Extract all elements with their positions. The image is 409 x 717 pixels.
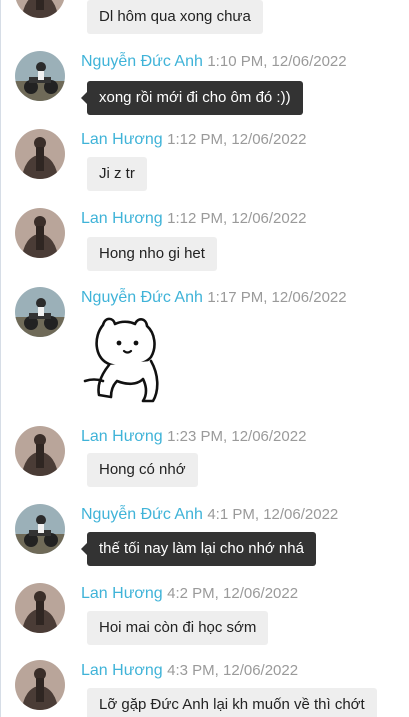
avatar[interactable] [15,660,65,710]
message-header: Lan Hương 4:3 PM, 12/06/2022 [81,662,298,680]
message-header: Lan Hương 4:2 PM, 12/06/2022 [81,585,298,603]
cat-sticker-icon[interactable] [81,315,167,407]
message-bubble: Hong nho gi het [87,237,217,271]
sender-name[interactable]: Lan Hương [81,131,163,148]
message-header: Lan Hương 1:12 PM, 12/06/2022 [81,131,306,149]
sender-name[interactable]: Nguyễn Đức Anh [81,53,203,70]
sender-name[interactable]: Lan Hương [81,585,163,602]
message-bubble: Hong có nhớ [87,453,198,487]
message-timestamp: 4:2 PM, 12/06/2022 [167,585,299,602]
message-bubble: thế tối nay làm lại cho nhớ nhá [81,532,316,566]
message-header: Nguyễn Đức Anh 1:10 PM, 12/06/2022 [81,53,347,71]
message-timestamp: 1:10 PM, 12/06/2022 [207,53,347,70]
message-timestamp: 4:1 PM, 12/06/2022 [207,506,339,523]
message-timestamp: 1:23 PM, 12/06/2022 [167,428,307,445]
message-header: Lan Hương 1:23 PM, 12/06/2022 [81,428,306,446]
message-bubble: Lỡ gặp Đức Anh lại kh muốn về thì chớt [87,688,377,717]
message-bubble: Hoi mai còn đi học sớm [87,611,269,645]
message-timestamp: 1:12 PM, 12/06/2022 [167,131,307,148]
sender-name[interactable]: Lan Hương [81,428,163,445]
message-bubble: xong rồi mới đi cho ôm đó :)) [81,81,303,115]
avatar[interactable] [15,504,65,554]
message-bubble: Dl hôm qua xong chưa [87,0,263,34]
message-timestamp: 1:17 PM, 12/06/2022 [207,289,347,306]
sender-name[interactable]: Nguyễn Đức Anh [81,506,203,523]
chat-message-list[interactable]: Dl hôm qua xong chưa Nguyễn Đức Anh 1:10… [0,0,409,717]
avatar[interactable] [15,426,65,476]
avatar[interactable] [15,208,65,258]
avatar[interactable] [15,129,65,179]
message-bubble: Ji z tr [87,157,147,191]
avatar[interactable] [15,583,65,633]
message-header: Nguyễn Đức Anh 1:17 PM, 12/06/2022 [81,289,347,307]
avatar[interactable] [15,0,65,18]
sender-name[interactable]: Lan Hương [81,210,163,227]
message-header: Nguyễn Đức Anh 4:1 PM, 12/06/2022 [81,506,338,524]
message-header: Lan Hương 1:12 PM, 12/06/2022 [81,210,306,228]
avatar[interactable] [15,287,65,337]
message-timestamp: 1:12 PM, 12/06/2022 [167,210,307,227]
message-timestamp: 4:3 PM, 12/06/2022 [167,662,299,679]
sender-name[interactable]: Nguyễn Đức Anh [81,289,203,306]
sender-name[interactable]: Lan Hương [81,662,163,679]
avatar[interactable] [15,51,65,101]
